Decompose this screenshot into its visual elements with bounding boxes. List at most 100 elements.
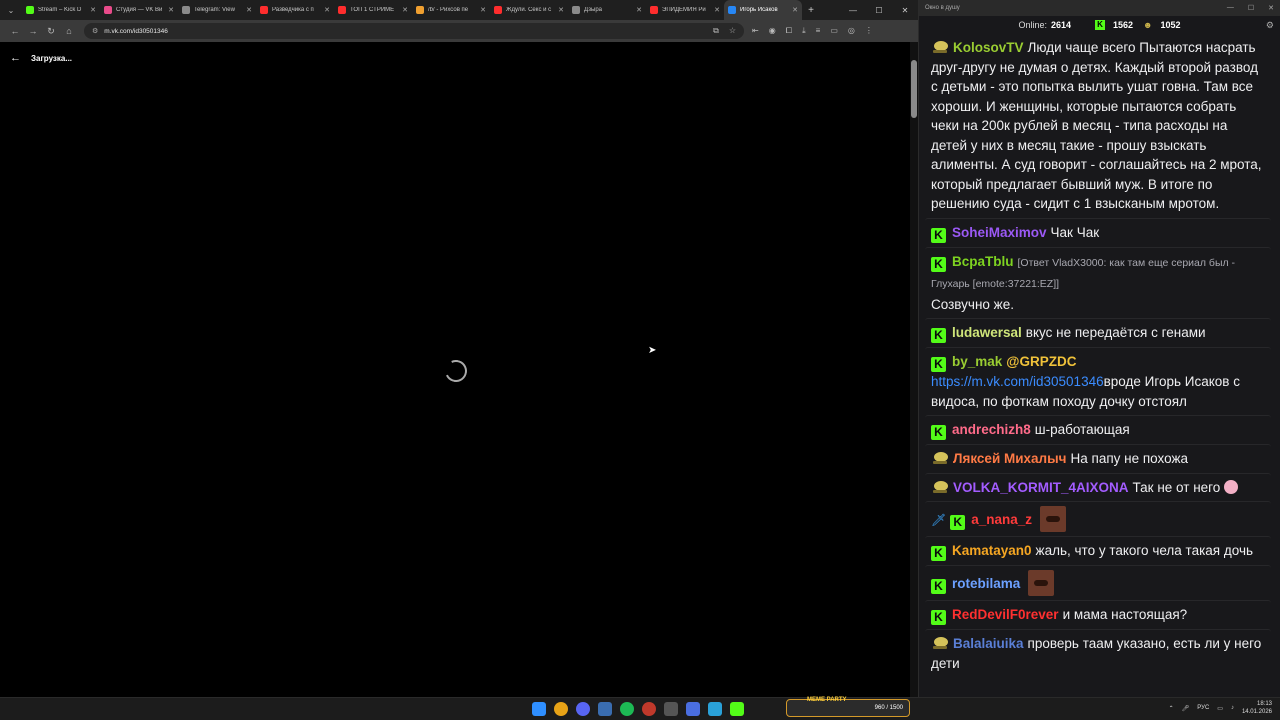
chat-username[interactable]: SoheiMaximov — [952, 225, 1047, 240]
game-bar-icon[interactable] — [664, 702, 678, 716]
chat-username[interactable]: by_mak — [952, 354, 1002, 369]
steam-icon[interactable] — [598, 702, 612, 716]
kick-badge-icon: K — [931, 610, 946, 625]
chat-username[interactable]: Balalaiuika — [953, 636, 1024, 651]
chat-username[interactable]: VOLKA_KORMIT_4AIXONA — [953, 480, 1129, 495]
meme-party-widget[interactable]: MEME PARTY 960 / 1500 — [786, 697, 910, 717]
browser-tab[interactable]: Разведчика с п ✕ — [256, 0, 334, 20]
chat-username[interactable]: RedDevilF0rever — [952, 607, 1059, 622]
chat-username[interactable]: a_nana_z — [971, 512, 1032, 527]
volume-icon[interactable]: ♪ — [1231, 705, 1234, 711]
close-window-icon[interactable]: ✕ — [892, 6, 918, 15]
tab-close-icon[interactable]: ✕ — [792, 6, 798, 14]
back-icon[interactable]: ← — [6, 26, 24, 36]
tab-search-chevron-icon[interactable]: ⌄ — [0, 0, 22, 20]
app-icon[interactable] — [642, 702, 656, 716]
browser-tab[interactable]: Ждули. Секс и с ✕ — [490, 0, 568, 20]
start-icon[interactable] — [532, 702, 546, 716]
message-text: Созвучно же. — [931, 296, 1014, 312]
new-tab-button[interactable]: + — [802, 5, 820, 16]
chat-username[interactable]: ludawersal — [952, 325, 1022, 340]
browser-tab[interactable]: /b/ - Рихсов пе ✕ — [412, 0, 490, 20]
chat-close-icon[interactable]: ✕ — [1268, 4, 1274, 12]
minimize-icon[interactable]: — — [840, 6, 866, 15]
tab-close-icon[interactable]: ✕ — [714, 6, 720, 14]
spotify-icon[interactable] — [620, 702, 634, 716]
mic-icon[interactable]: 🎤︎ — [1182, 705, 1190, 712]
home-icon[interactable]: ⌂ — [60, 26, 78, 36]
network-icon[interactable]: ▭ — [1217, 705, 1223, 712]
menu-dots-icon[interactable]: ⋮ — [865, 26, 873, 36]
scrollbar-thumb[interactable] — [911, 60, 917, 118]
maximize-icon[interactable]: ☐ — [866, 6, 892, 15]
discord-icon[interactable] — [576, 702, 590, 716]
user-mention[interactable]: @GRPZDC — [1006, 354, 1076, 369]
tab-close-icon[interactable]: ✕ — [480, 6, 486, 14]
tab-close-icon[interactable]: ✕ — [636, 6, 642, 14]
clock[interactable]: 18:13 14.01.2026 — [1242, 700, 1272, 716]
chat-message: VOLKA_KORMIT_4AIXONA Так не от него — [925, 472, 1271, 502]
url-text: m.vk.com/id30501346 — [104, 27, 168, 35]
clock-time: 18:13 — [1256, 701, 1272, 707]
tab-close-icon[interactable]: ✕ — [324, 6, 330, 14]
chat-username[interactable]: andrechizh8 — [952, 422, 1031, 437]
tab-close-icon[interactable]: ✕ — [558, 6, 564, 14]
tab-close-icon[interactable]: ✕ — [168, 6, 174, 14]
chat-maximize-icon[interactable]: ☐ — [1248, 4, 1254, 12]
forward-icon[interactable]: → — [24, 26, 42, 36]
browser-tab[interactable]: Stream – Kick D ✕ — [22, 0, 100, 20]
url-field[interactable]: ⚙ m.vk.com/id30501346 ⧉ ☆ — [84, 23, 744, 39]
language-indicator[interactable]: РУС — [1197, 705, 1209, 711]
chat-username[interactable]: Ляксей Михалыч — [953, 451, 1067, 466]
address-bar-row: ← → ↻ ⌂ ⚙ m.vk.com/id30501346 ⧉ ☆ ⇤ ◉ ⧠ … — [0, 20, 918, 42]
split-icon[interactable]: ▭ — [830, 26, 838, 36]
site-info-icon[interactable]: ⚙ — [92, 27, 98, 35]
puzzle-icon[interactable]: ⧠ — [786, 26, 792, 36]
tab-favicon-icon — [182, 6, 190, 14]
chat-titlebar: Окно в душу — ☐ ✕ — [919, 0, 1280, 16]
kick-badge-icon: K — [931, 546, 946, 561]
browser-tab[interactable]: Студия — VK Ви ✕ — [100, 0, 178, 20]
tab-favicon-icon — [26, 6, 34, 14]
chat-username[interactable]: Kamatayan0 — [952, 543, 1032, 558]
back-arrow-icon[interactable]: ← — [10, 52, 21, 64]
chat-username[interactable]: KolosovTV — [953, 40, 1024, 55]
cast-icon[interactable]: ≡ — [816, 26, 821, 36]
chat-username[interactable]: rotebilama — [952, 576, 1020, 591]
profile-icon[interactable]: ◎ — [848, 26, 855, 36]
browser-tab[interactable]: Telegram: View ✕ — [178, 0, 256, 20]
back-arrow-ext-icon[interactable]: ⇤ — [752, 26, 759, 36]
page-scrollbar[interactable] — [910, 42, 918, 697]
extension-icon[interactable]: ◉ — [769, 26, 776, 36]
message-link[interactable]: https://m.vk.com/id30501346 — [931, 374, 1104, 389]
tab-close-icon[interactable]: ✕ — [402, 6, 408, 14]
telegram-icon[interactable] — [708, 702, 722, 716]
install-app-icon[interactable]: ⧉ — [713, 26, 719, 36]
page-title: Загрузка... — [31, 53, 73, 63]
browser-tab[interactable]: Дзыра ✕ — [568, 0, 646, 20]
browser-tab[interactable]: ЭПИДЕМИЯ Ри ✕ — [646, 0, 724, 20]
chat-username[interactable]: ВсраТblu — [952, 254, 1014, 269]
windows-taskbar: MEME PARTY 960 / 1500 ⌃ 🎤︎ РУС ▭ ♪ 18:13… — [0, 697, 1280, 720]
tab-close-icon[interactable]: ✕ — [246, 6, 252, 14]
chat-window-title: Окно в душу — [925, 5, 960, 11]
browser-tab[interactable]: Игорь Исаков ✕ — [724, 0, 802, 20]
tray-chevron-icon[interactable]: ⌃ — [1169, 705, 1174, 712]
settings-icon[interactable]: ⚙ — [1266, 20, 1274, 31]
bookmark-star-icon[interactable]: ☆ — [729, 26, 736, 36]
grin-emoji-icon — [1224, 479, 1239, 494]
obs-icon[interactable] — [686, 702, 700, 716]
tabs-container: Stream – Kick D ✕ Студия — VK Ви ✕ Teleg… — [22, 0, 802, 20]
message-text: жаль, что у такого чела такая дочь — [1035, 543, 1254, 558]
reload-icon[interactable]: ↻ — [42, 26, 60, 37]
tab-favicon-icon — [650, 6, 658, 14]
tab-favicon-icon — [260, 6, 268, 14]
browser-tab[interactable]: ТОП 1 СТРИМЕ ✕ — [334, 0, 412, 20]
download-icon[interactable]: ⤓ — [802, 26, 806, 36]
tab-favicon-icon — [728, 6, 736, 14]
chat-minimize-icon[interactable]: — — [1227, 4, 1234, 12]
tab-favicon-icon — [416, 6, 424, 14]
tab-close-icon[interactable]: ✕ — [90, 6, 96, 14]
chrome-icon[interactable] — [554, 702, 568, 716]
kick-app-icon[interactable] — [730, 702, 744, 716]
